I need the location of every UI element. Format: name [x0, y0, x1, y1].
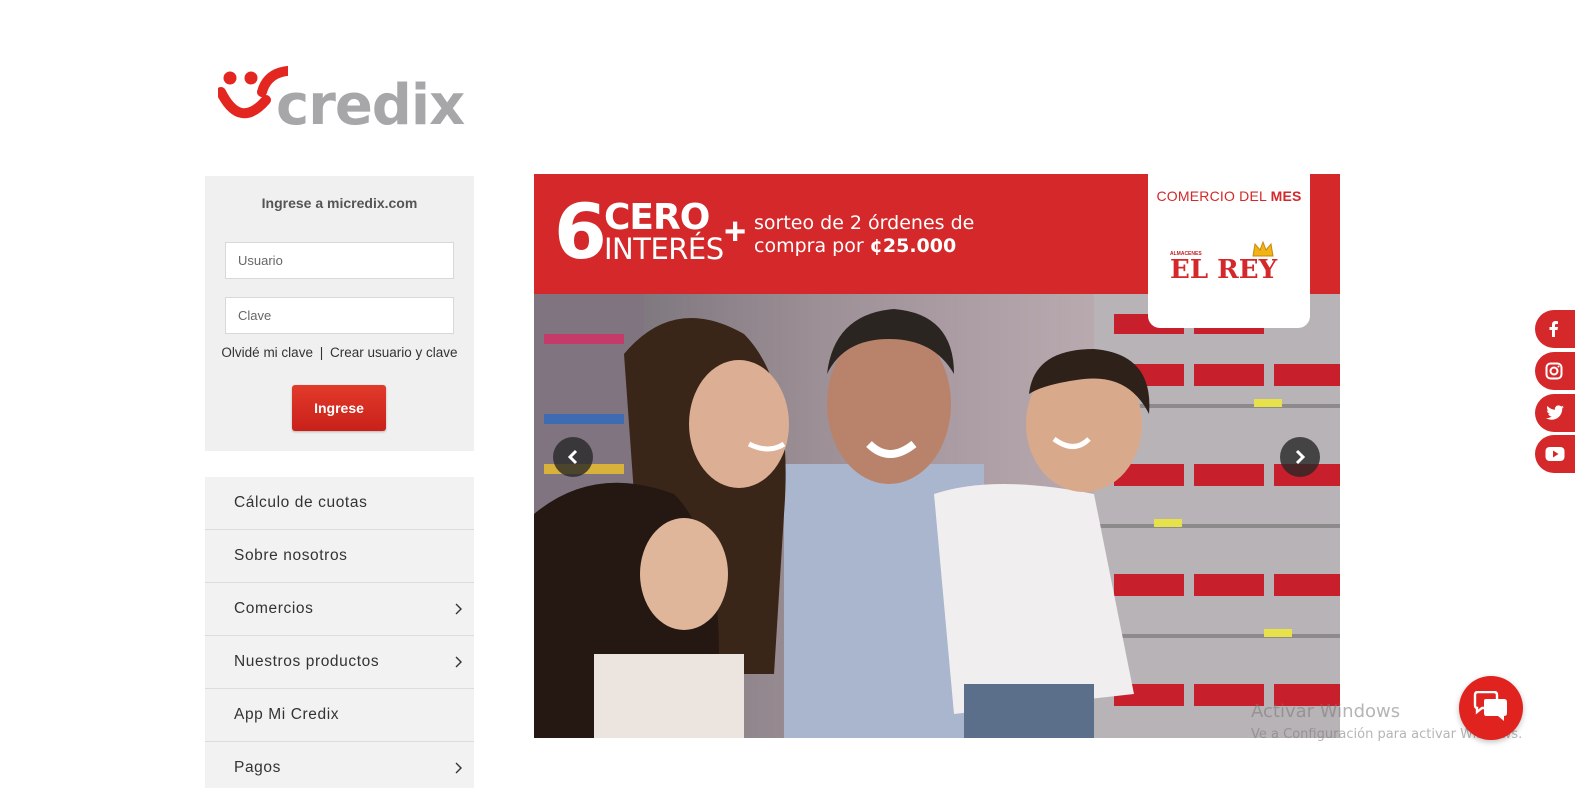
side-menu: Cálculo de cuotas Sobre nosotros Comerci…: [205, 477, 474, 788]
comercio-del-mes-card[interactable]: COMERCIO DEL MES ALMACENES EL REY: [1148, 174, 1310, 328]
menu-item-calculo-cuotas[interactable]: Cálculo de cuotas: [205, 477, 474, 530]
youtube-button[interactable]: [1535, 435, 1575, 473]
carousel-next-button[interactable]: [1280, 437, 1320, 477]
promo-line-1: sorteo de 2 órdenes de: [754, 212, 975, 234]
menu-item-label: Nuestros productos: [234, 653, 380, 670]
facebook-button[interactable]: [1535, 310, 1575, 348]
family-photo: [534, 294, 1340, 738]
carousel-prev-button[interactable]: [553, 437, 593, 477]
login-links: Olvidé mi clave | Crear usuario y clave: [205, 345, 474, 360]
mes-bold: MES: [1270, 188, 1302, 204]
chevron-right-icon: [455, 603, 462, 615]
login-button[interactable]: Ingrese: [292, 385, 386, 431]
twitter-icon: [1546, 405, 1564, 420]
promo-amount: ¢25.000: [869, 235, 957, 257]
login-panel: Ingrese a micredix.com Olvidé mi clave |…: [205, 176, 474, 451]
youtube-icon: [1545, 447, 1565, 461]
menu-item-label: Sobre nosotros: [234, 547, 348, 564]
facebook-icon: [1549, 321, 1558, 337]
banner-interes: INTERÉS: [604, 232, 724, 266]
chevron-right-icon: [1295, 449, 1306, 465]
create-user-link[interactable]: Crear usuario y clave: [330, 345, 458, 360]
instagram-icon: [1545, 362, 1563, 380]
menu-item-label: Pagos: [234, 759, 281, 776]
chevron-left-icon: [567, 449, 578, 465]
comercio-del-mes-title: COMERCIO DEL MES: [1148, 188, 1310, 204]
banner-promo-text: sorteo de 2 órdenes de compra por ¢25.00…: [754, 212, 974, 258]
chat-bubbles-icon: [1473, 691, 1507, 721]
chat-button[interactable]: [1459, 676, 1523, 740]
store-name: EL REY: [1170, 255, 1278, 285]
mes-prefix: COMERCIO DEL: [1156, 188, 1271, 204]
chevron-right-icon: [455, 656, 462, 668]
menu-item-label: Cálculo de cuotas: [234, 494, 368, 511]
menu-item-nuestros-productos[interactable]: Nuestros productos: [205, 636, 474, 689]
logo-wordmark: credix: [276, 73, 465, 138]
menu-item-comercios[interactable]: Comercios: [205, 583, 474, 636]
banner-cero: CERO: [604, 197, 710, 238]
twitter-button[interactable]: [1535, 394, 1575, 432]
promo-line-2-prefix: compra por: [754, 235, 870, 257]
menu-item-sobre-nosotros[interactable]: Sobre nosotros: [205, 530, 474, 583]
menu-item-app-mi-credix[interactable]: App Mi Credix: [205, 689, 474, 742]
chevron-right-icon: [455, 762, 462, 774]
forgot-password-link[interactable]: Olvidé mi clave: [221, 345, 313, 360]
banner-number: 6: [554, 187, 607, 276]
menu-item-label: App Mi Credix: [234, 706, 340, 723]
instagram-button[interactable]: [1535, 352, 1575, 390]
banner-plus: +: [724, 211, 747, 253]
crown-icon: [1252, 240, 1274, 257]
link-separator: |: [319, 345, 324, 360]
credix-logo[interactable]: credix: [218, 62, 465, 138]
promo-carousel[interactable]: 6 CERO INTERÉS + sorteo de 2 órdenes de …: [534, 174, 1340, 738]
password-input[interactable]: [225, 297, 454, 334]
promo-line-2: compra por ¢25.000: [754, 235, 974, 258]
login-title: Ingrese a micredix.com: [261, 195, 418, 211]
menu-item-label: Comercios: [234, 600, 314, 617]
username-input[interactable]: [225, 242, 454, 279]
menu-item-pagos[interactable]: Pagos: [205, 742, 474, 788]
